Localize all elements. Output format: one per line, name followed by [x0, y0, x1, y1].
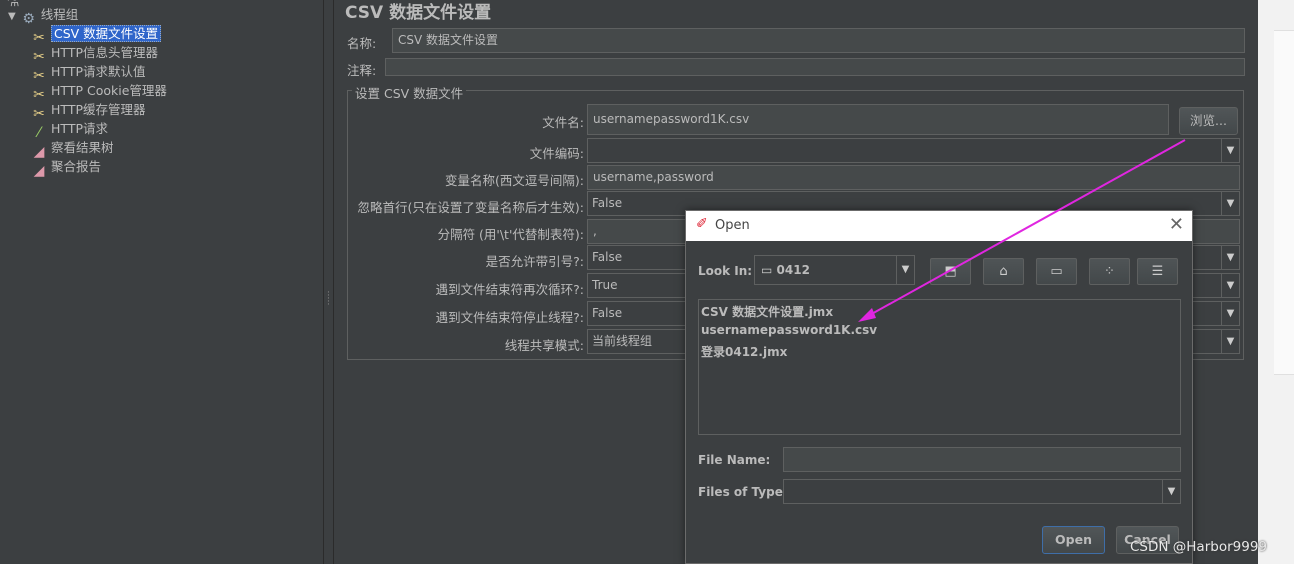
tree-item-csv-data-set[interactable]: ✂ CSV 数据文件设置 [30, 24, 162, 46]
split-pane-divider[interactable]: · · · · · [323, 0, 334, 564]
expand-arrow-icon[interactable]: ▼ [8, 11, 16, 22]
recycle-eof-label: 遇到文件结束符再次循环?: [435, 282, 584, 297]
java-app-icon: ✐ [696, 216, 708, 232]
details-view-icon[interactable]: ☰ [1137, 258, 1178, 285]
allow-quoted-value: False [592, 250, 623, 264]
dropdown-arrow-icon[interactable]: ▼ [896, 256, 914, 284]
browse-button[interactable]: 浏览... [1179, 107, 1238, 135]
close-icon[interactable]: ✕ [1169, 214, 1184, 235]
outer-background [1258, 0, 1294, 564]
list-item[interactable]: usernamepassword1K.csv [701, 323, 877, 337]
file-name-label: File Name: [698, 453, 771, 467]
drag-grip-icon[interactable]: · · · · · [327, 289, 330, 310]
tree-item-http-header-manager[interactable]: ✂ HTTP信息头管理器 [30, 43, 158, 65]
list-view-icon[interactable]: ⁘ [1089, 258, 1130, 285]
filename-label: 文件名: [542, 115, 584, 130]
sharing-mode-value: 当前线程组 [592, 334, 653, 348]
new-folder-icon[interactable]: ▭ [1036, 258, 1077, 285]
file-name-input[interactable] [783, 447, 1181, 472]
watermark: CSDN @Harbor9999 [1130, 539, 1267, 555]
look-in-label: Look In: [698, 264, 753, 278]
look-in-select[interactable]: ▭ 0412 ▼ [754, 255, 915, 285]
recycle-eof-value: True [592, 278, 618, 292]
tree-item-view-results-tree[interactable]: ◢ 察看结果树 [30, 138, 114, 160]
stop-thread-eof-value: False [592, 306, 623, 320]
list-item[interactable]: CSV 数据文件设置.jmx [701, 303, 833, 320]
list-item[interactable]: 登录0412.jmx [701, 343, 787, 360]
name-label: 名称: [347, 36, 377, 51]
dropdown-arrow-icon[interactable]: ▼ [1221, 330, 1239, 353]
allow-quoted-label: 是否允许带引号?: [485, 254, 584, 269]
dropdown-arrow-icon[interactable]: ▼ [1221, 139, 1239, 162]
dropdown-arrow-icon[interactable]: ▼ [1162, 480, 1180, 503]
delimiter-label: 分隔符 (用'\t'代替制表符): [437, 227, 584, 242]
page-title: CSV 数据文件设置 [345, 3, 492, 23]
file-type-label: Files of Type: [698, 485, 788, 499]
tree-item-http-cache-manager[interactable]: ✂ HTTP缓存管理器 [30, 100, 145, 122]
ignore-first-line-label: 忽略首行(只在设置了变量名称后才生效): [357, 200, 584, 215]
comment-label: 注释: [347, 63, 377, 78]
folder-icon: ▭ [761, 263, 773, 277]
background-strip [1274, 30, 1294, 375]
dropdown-arrow-icon[interactable]: ▼ [1221, 246, 1239, 269]
name-field[interactable]: CSV 数据文件设置 [392, 28, 1245, 53]
up-folder-icon[interactable]: ⬒ [930, 258, 971, 285]
dropdown-arrow-icon[interactable]: ▼ [1221, 274, 1239, 297]
dropdown-arrow-icon[interactable]: ▼ [1221, 192, 1239, 215]
sharing-mode-label: 线程共享模式: [504, 338, 584, 353]
look-in-value: 0412 [776, 263, 810, 277]
open-file-dialog: ✐ Open ✕ Look In: ▭ 0412 ▼ ⬒ ⌂ ▭ ⁘ ☰ CSV… [685, 210, 1193, 564]
group-title: 设置 CSV 数据文件 [352, 83, 467, 102]
varnames-input[interactable]: username,password [587, 165, 1240, 190]
open-button[interactable]: Open [1042, 526, 1105, 554]
encoding-select[interactable]: ▼ [587, 138, 1240, 163]
tree-item-http-request-defaults[interactable]: ✂ HTTP请求默认值 [30, 62, 145, 84]
encoding-label: 文件编码: [529, 146, 584, 161]
tree-item-http-cookie-manager[interactable]: ✂ HTTP Cookie管理器 [30, 81, 167, 103]
comment-field[interactable] [385, 58, 1245, 76]
dropdown-arrow-icon[interactable]: ▼ [1221, 302, 1239, 325]
dialog-title: Open [715, 218, 750, 233]
dialog-titlebar[interactable]: ✐ Open ✕ [686, 211, 1192, 241]
tree-item-http-request[interactable]: ⁄ HTTP请求 [30, 119, 108, 141]
stop-thread-eof-label: 遇到文件结束符停止线程?: [435, 310, 584, 325]
tree-item-aggregate-report[interactable]: ◢ 聚合报告 [30, 157, 101, 179]
varnames-label: 变量名称(西文逗号间隔): [445, 173, 584, 188]
home-icon[interactable]: ⌂ [983, 258, 1024, 285]
ignore-first-line-value: False [592, 196, 623, 210]
file-type-select[interactable]: ▼ [783, 479, 1181, 504]
chart-icon: ◢ [33, 163, 45, 179]
tree-item-thread-group[interactable]: ▼ ⚙ 线程组 [8, 5, 78, 27]
test-plan-tree: ⚗ ▼ ⚙ 线程组 ✂ CSV 数据文件设置 ✂ HTTP信息头管理器 ✂ HTTP请求… [0, 0, 323, 564]
filename-input[interactable]: usernamepassword1K.csv [587, 104, 1169, 135]
file-list: CSV 数据文件设置.jmx usernamepassword1K.csv 登录… [698, 299, 1181, 435]
